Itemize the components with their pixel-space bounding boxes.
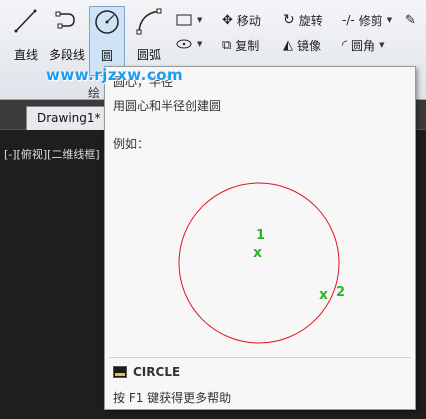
command-name: CIRCLE (133, 365, 181, 379)
chevron-down-icon: ▼ (379, 41, 385, 49)
line-button[interactable]: 直线 (8, 6, 44, 76)
polyline-label: 多段线 (48, 48, 85, 62)
mirror-icon: ◭ (283, 37, 293, 53)
rotate-icon: ↻ (283, 12, 295, 28)
fillet-icon: ◜ (342, 37, 348, 53)
arc-label: 圆弧 (136, 48, 161, 62)
move-button[interactable]: ✥ 移动 (222, 10, 261, 30)
erase-button[interactable]: ✎ (405, 10, 416, 30)
tab-drawing1[interactable]: Drawing1* (26, 106, 106, 130)
mirror-button[interactable]: ◭ 镜像 (283, 35, 321, 55)
copy-icon: ⧉ (222, 37, 232, 53)
rectangle-icon (176, 14, 192, 26)
ellipse-icon (176, 39, 192, 49)
viewport-controls-label[interactable]: [-][俯视][二维线框] (4, 146, 104, 162)
line-icon (14, 9, 37, 33)
arc-icon (136, 8, 162, 35)
chevron-down-icon: ▼ (197, 40, 203, 48)
mirror-label: 镜像 (297, 38, 322, 53)
tooltip-example-label: 例如： (113, 137, 150, 151)
erase-icon: ✎ (405, 12, 416, 28)
tooltip-command: CIRCLE (113, 365, 180, 379)
command-line-icon (113, 366, 127, 378)
draw-panel-title: 绘 (88, 86, 101, 100)
trim-button[interactable]: -/- 修剪 ▼ (342, 10, 392, 30)
hatch-button[interactable]: ▼ (175, 34, 202, 54)
tooltip-help-text: 按 F1 键获得更多帮助 (113, 391, 232, 405)
move-icon: ✥ (222, 12, 233, 28)
trim-icon: -/- (342, 13, 355, 27)
watermark: www.rjzxw.com (46, 66, 184, 84)
fillet-button[interactable]: ◜ 圆角 ▼ (342, 35, 384, 55)
example-illustration: 1 x x 2 (178, 182, 345, 344)
rotate-button[interactable]: ↻ 旋转 (283, 10, 323, 30)
circle-label: 圆 (100, 49, 113, 63)
rotate-label: 旋转 (298, 13, 323, 28)
tooltip-description: 用圆心和半径创建圆 (113, 99, 222, 113)
circle-icon (95, 10, 119, 34)
copy-button[interactable]: ⧉ 复制 (222, 35, 259, 55)
example-circle (178, 182, 340, 344)
radius-point-label: 2 (336, 285, 345, 300)
rectangle-button[interactable]: ▼ (175, 10, 202, 30)
center-point-marker: x (253, 245, 262, 261)
fillet-label: 圆角 (351, 38, 376, 53)
radius-point-marker: x (319, 287, 328, 303)
move-label: 移动 (236, 13, 261, 28)
polyline-icon (55, 11, 75, 29)
center-point-label: 1 (256, 228, 265, 243)
tooltip-divider (109, 357, 411, 358)
copy-label: 复制 (235, 38, 260, 53)
command-tooltip: 圆心，半径 用圆心和半径创建圆 例如： 1 x x 2 CIRCLE 按 F1 … (104, 66, 416, 410)
trim-label: 修剪 (358, 13, 383, 28)
chevron-down-icon: ▼ (197, 16, 203, 24)
line-label: 直线 (13, 48, 38, 62)
chevron-down-icon: ▼ (386, 16, 393, 24)
